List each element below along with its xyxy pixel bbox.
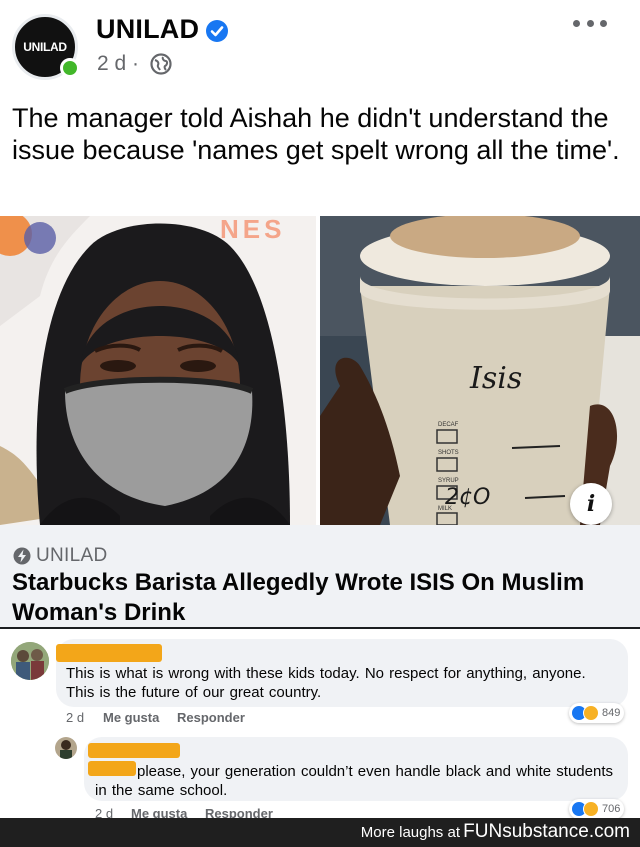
reply-reactions[interactable]: 706 <box>569 799 625 819</box>
haha-reaction-icon <box>583 705 599 721</box>
post-header: UNILAD UNILAD 2 d · <box>0 0 640 92</box>
link-source-domain: UNILAD <box>36 545 108 566</box>
comment-author-avatar[interactable] <box>11 642 49 680</box>
cup-photo: DECAF SHOTS SYRUP MILK Isis 2¢O <box>320 216 640 525</box>
cup-code-text: 2¢O <box>445 485 490 510</box>
reply-text: please, your generation couldn’t even ha… <box>95 763 613 799</box>
reaction-count: 706 <box>602 803 621 815</box>
cup-name-text: Isis <box>469 361 522 396</box>
post-text: The manager told Aishah he didn't unders… <box>12 103 620 165</box>
divider <box>0 627 640 629</box>
online-status-indicator <box>60 58 80 78</box>
verified-badge-icon <box>206 20 228 42</box>
avatar-logo-text: UNILAD <box>23 40 67 54</box>
post-image-area[interactable]: NES DECAF SHOTS SYRUP MILK Isis 2¢O i <box>0 216 640 525</box>
banner-text: NES <box>220 216 285 244</box>
woman-photo: NES <box>0 216 316 525</box>
link-headline[interactable]: Starbucks Barista Allegedly Wrote ISIS O… <box>12 568 632 628</box>
cup-label-decaf: DECAF <box>438 422 459 428</box>
comment-text: This is what is wrong with these kids to… <box>66 665 586 701</box>
reply-author-avatar[interactable] <box>55 737 77 759</box>
link-preview[interactable]: UNILAD Starbucks Barista Allegedly Wrote… <box>0 525 640 628</box>
cup-label-shots: SHOTS <box>438 450 459 456</box>
redacted-name <box>56 644 162 662</box>
comment-reply-button[interactable]: Responder <box>177 710 245 725</box>
comment-like-button[interactable]: Me gusta <box>103 710 159 725</box>
watermark-text: More laughs at <box>360 824 460 841</box>
comment-time[interactable]: 2 d <box>66 710 84 725</box>
watermark-brand: FUNsubstance.com <box>463 821 630 842</box>
reaction-count: 849 <box>602 707 621 719</box>
cup-label-syrup: SYRUP <box>438 478 459 484</box>
instant-article-bolt-icon <box>13 547 31 565</box>
comment-reactions[interactable]: 849 <box>569 703 625 723</box>
watermark-bar: More laughs at FUNsubstance.com <box>0 818 640 847</box>
redacted-name <box>88 743 180 758</box>
haha-reaction-icon <box>583 801 599 817</box>
more-options-icon[interactable] <box>573 20 607 32</box>
post-timestamp[interactable]: 2 d · <box>97 52 139 76</box>
globe-icon <box>150 53 172 75</box>
page-name-link[interactable]: UNILAD <box>96 14 199 45</box>
info-button[interactable]: i <box>570 483 612 525</box>
